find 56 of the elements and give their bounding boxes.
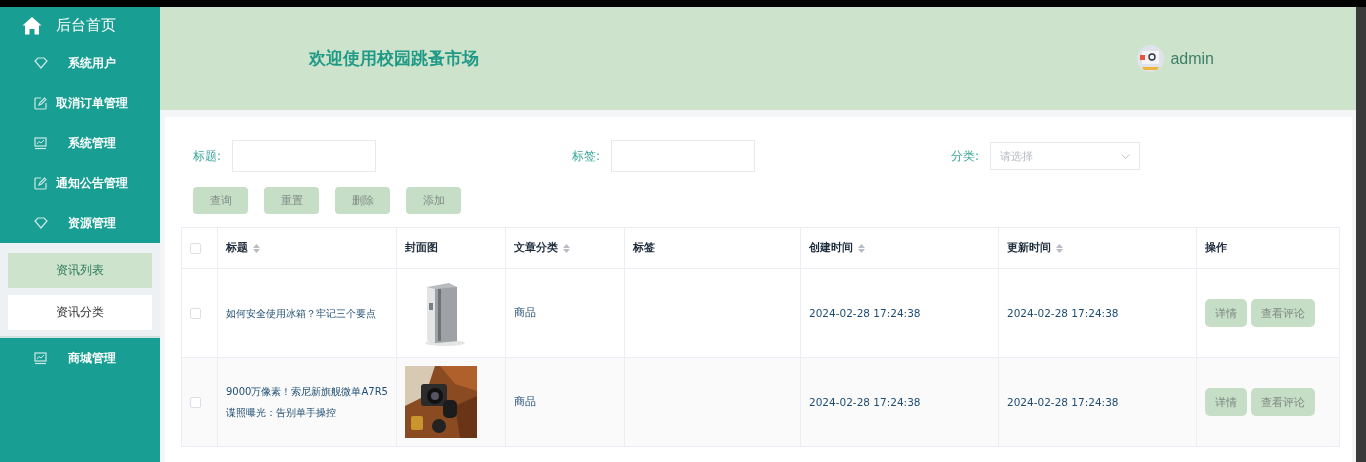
home-icon [22, 15, 42, 35]
menu-item[interactable]: 商城管理 [0, 338, 160, 378]
table-cell: 2024-02-28 17:24:38 [809, 307, 921, 319]
column-header[interactable]: 文章分类 [505, 227, 625, 269]
checkbox[interactable] [190, 242, 201, 254]
menu-item[interactable]: 系统管理 [0, 123, 160, 163]
home-link[interactable]: 后台首页 [56, 15, 116, 35]
page-title: 欢迎使用校园跳蚤市场 [309, 47, 480, 70]
diamond-icon [34, 217, 48, 229]
table-cell: 商品 [514, 395, 536, 407]
sort-icon [858, 243, 865, 253]
checkbox[interactable] [190, 307, 201, 319]
table-cell: 2024-02-28 17:24:38 [809, 396, 921, 408]
action-button[interactable]: 重置 [264, 187, 319, 214]
user-name[interactable]: admin [1170, 49, 1214, 68]
input-field[interactable] [611, 140, 756, 172]
edit-icon [34, 176, 47, 190]
row-action-button[interactable]: 详情 [1205, 388, 1247, 416]
table-cell-text: 如何安全使用冰箱？牢记三个要点 [226, 306, 377, 321]
row-action-button[interactable]: 详情 [1205, 299, 1247, 327]
column-header: 标签 [624, 227, 801, 269]
sort-icon [1056, 243, 1063, 253]
column-header[interactable]: 更新时间 [998, 227, 1197, 269]
row-action-button[interactable]: 查看评论 [1251, 299, 1315, 327]
chart-icon [34, 136, 47, 150]
filter-label: 标题: [193, 147, 222, 165]
edit-icon [34, 96, 47, 110]
checkbox[interactable] [190, 396, 201, 408]
menu-item[interactable]: 资源管理 [0, 203, 160, 243]
avatar-icon [1137, 45, 1165, 72]
submenu-item[interactable]: 资讯列表 [8, 253, 152, 288]
table-cell: 商品 [514, 306, 536, 318]
select-field[interactable]: 请选择 [990, 142, 1141, 170]
action-button[interactable]: 添加 [406, 187, 461, 214]
chevron-icon [1121, 153, 1131, 159]
column-header: 操作 [1196, 227, 1340, 269]
menu-item[interactable]: 系统用户 [0, 43, 160, 83]
diamond-icon [34, 57, 48, 69]
table-cell-text: 9000万像素！索尼新旗舰微单A7R5谍照曝光：告别单手操控 [226, 385, 389, 420]
filter-label: 标签: [572, 147, 601, 165]
row-action-button[interactable]: 查看评论 [1251, 388, 1315, 416]
input-field[interactable] [232, 140, 377, 172]
sort-icon [563, 243, 570, 253]
column-header: 封面图 [396, 227, 506, 269]
action-button[interactable]: 删除 [335, 187, 390, 214]
filter-label: 分类: [951, 147, 980, 165]
menu-item[interactable]: 取消订单管理 [0, 83, 160, 123]
action-button[interactable]: 查询 [193, 187, 248, 214]
table-cell: 2024-02-28 17:24:38 [1007, 396, 1119, 408]
submenu-item[interactable]: 资讯分类 [8, 295, 152, 330]
menu-item[interactable]: 通知公告管理 [0, 163, 160, 203]
sort-icon [253, 243, 260, 253]
table-cell: 2024-02-28 17:24:38 [1007, 307, 1119, 319]
chart-icon [34, 351, 47, 365]
column-header[interactable]: 标题 [217, 227, 397, 269]
column-header[interactable]: 创建时间 [800, 227, 999, 269]
